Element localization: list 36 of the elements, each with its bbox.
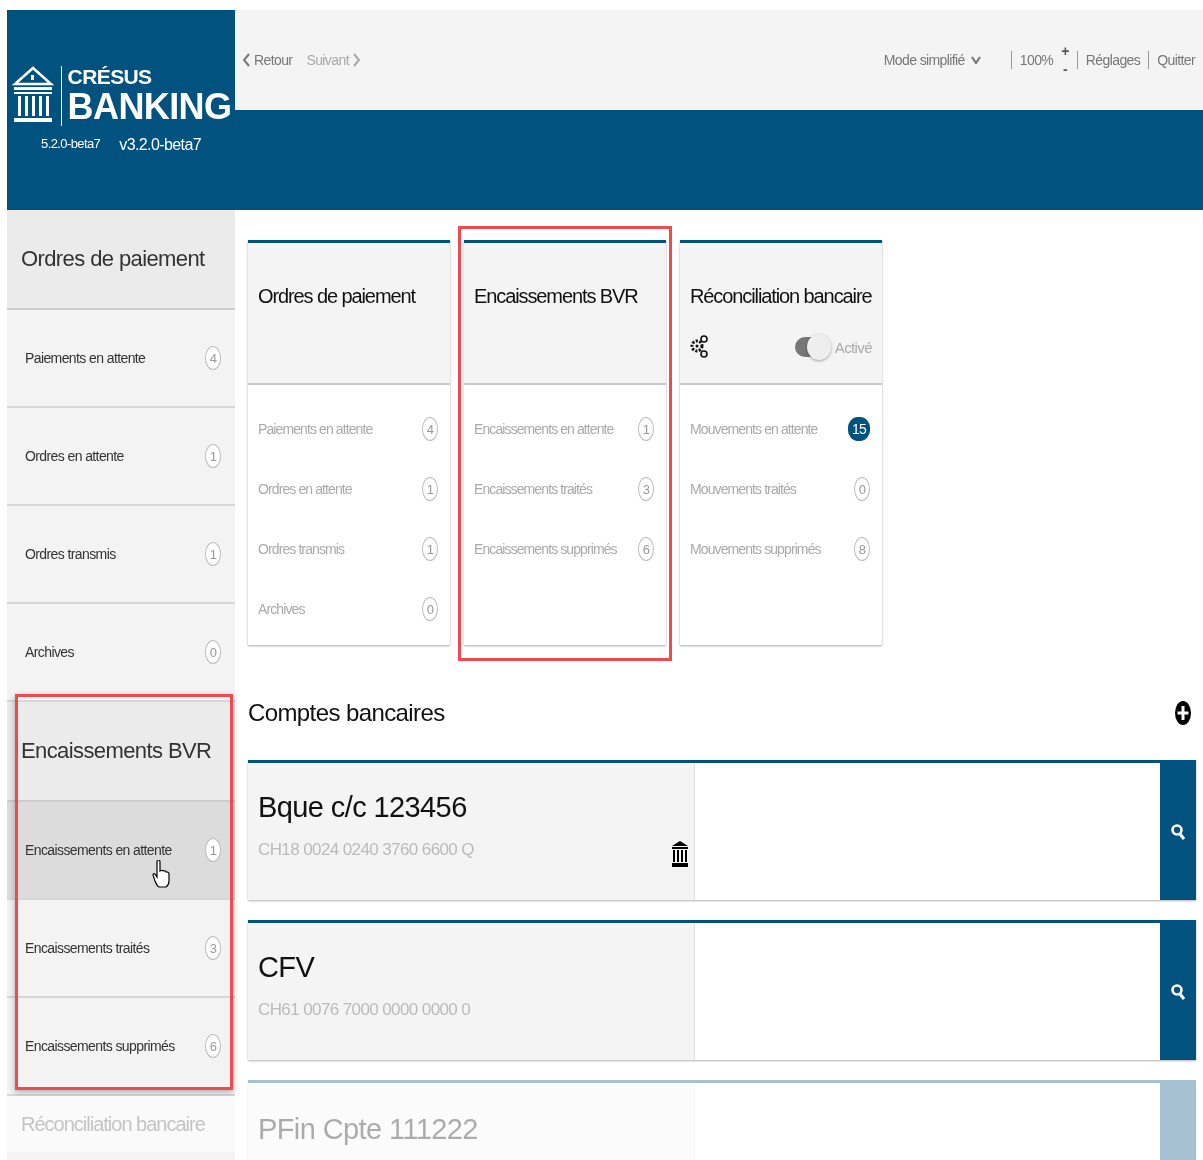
mode-dropdown[interactable]: Mode simplifié xyxy=(883,52,981,68)
search-icon xyxy=(1171,982,1185,1001)
search-icon xyxy=(1171,822,1185,841)
sidebar-item[interactable]: Encaissements en attente 1 xyxy=(7,802,235,900)
gears-icon xyxy=(690,334,708,360)
account-card[interactable]: CFV CH61 0076 7000 0000 0000 0 xyxy=(248,923,695,1060)
account-iban: CH61 0076 7000 0000 0000 0 xyxy=(258,1000,472,1020)
toolbar-link[interactable]: Quitter xyxy=(1157,52,1195,68)
version-text: 5.2.0-beta7 xyxy=(41,136,101,153)
version-text: v3.2.0-beta7 xyxy=(119,136,201,154)
product-name: BANKING xyxy=(67,88,232,126)
section-title: Comptes bancaires xyxy=(248,699,445,727)
toolbar-link[interactable]: Réglages xyxy=(1085,52,1141,68)
account-name: PFin Cpte 111222 xyxy=(258,1113,479,1146)
sidebar-section-header[interactable]: Ordres de paiement xyxy=(7,210,235,310)
zoom-level: 100% xyxy=(1019,52,1054,68)
account-card[interactable]: Bque c/c 123456 CH18 0024 0240 3760 6600 Q xyxy=(248,763,695,900)
toggle-label: Activé xyxy=(834,338,872,356)
chevron-down-icon xyxy=(970,56,981,64)
zoom-out-button[interactable]: - xyxy=(1063,60,1068,78)
card-item[interactable]: Mouvements en attente 15 xyxy=(690,415,872,443)
account-iban: CH18 0024 0240 3760 6600 Q xyxy=(258,840,475,860)
chevron-icon xyxy=(352,53,360,67)
account-name: Bque c/c 123456 xyxy=(258,791,468,824)
card-title[interactable]: Réconciliation bancaire xyxy=(690,285,872,308)
card-title[interactable]: Encaissements BVR xyxy=(474,285,656,308)
brand-name: CRÉSUS xyxy=(67,66,153,88)
hand-cursor-icon xyxy=(152,860,170,888)
sidebar-section-header[interactable]: Encaissements BVR xyxy=(7,702,235,802)
card-title[interactable]: Ordres de paiement xyxy=(258,285,440,308)
chevron-icon xyxy=(243,53,250,67)
zoom-in-button[interactable]: + xyxy=(1061,42,1069,60)
add-button[interactable] xyxy=(1174,700,1192,726)
back-button[interactable]: Retour xyxy=(243,52,293,68)
plus-circle-icon xyxy=(1174,700,1192,726)
account-name: CFV xyxy=(258,951,316,984)
